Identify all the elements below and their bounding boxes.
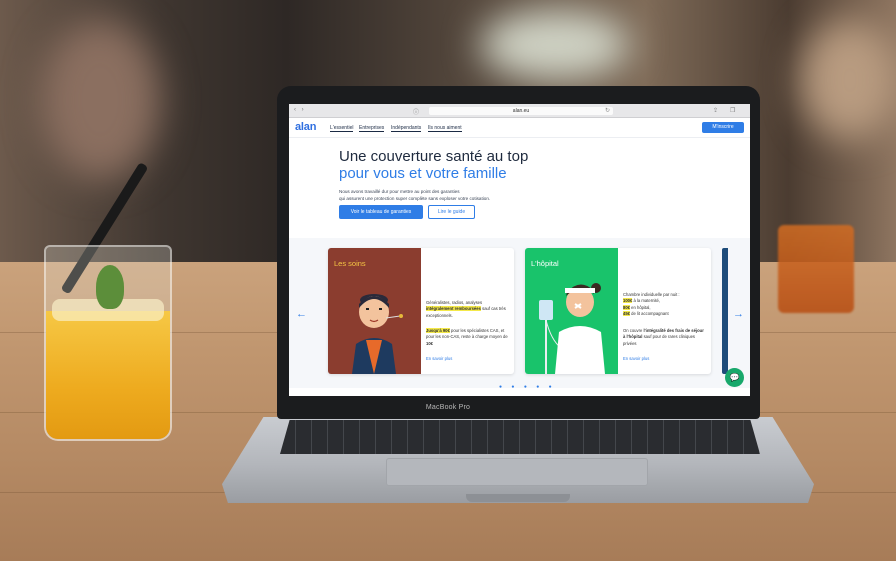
coverage-carousel: ← → Les soins Généralistes, radios, anal… (289, 238, 750, 390)
hero-title: Une couverture santé au top (339, 148, 529, 165)
blur-person (40, 20, 160, 180)
address-bar[interactable]: alan.eu (429, 107, 613, 115)
orange-drink-right (778, 225, 854, 313)
tabs-icon[interactable]: ❐ (730, 107, 735, 114)
card-hopital-illustration: L'hôpital (525, 248, 618, 374)
card-soins-illustration: Les soins (328, 248, 421, 374)
card-soins[interactable]: Les soins Généralistes, radios, analyses… (328, 248, 514, 374)
juice-glass (44, 245, 172, 441)
laptop-screen: ‹ › ⓘ alan.eu ↻ ⇪ ❐ alan L'essentiel Ent… (289, 104, 750, 396)
macbook-label: MacBook Pro (425, 404, 471, 411)
card-hopital-text-1: Chambre individuelle par nuit : 100€ à l… (623, 292, 680, 316)
url-text: alan.eu (512, 108, 530, 114)
arrow-right-icon[interactable]: → (733, 308, 744, 320)
browser-toolbar: ‹ › ⓘ alan.eu ↻ ⇪ ❐ (289, 104, 750, 118)
nav-entreprises[interactable]: Entreprises (359, 125, 385, 132)
carousel-pagination[interactable]: ● ● ● ● ● (499, 384, 556, 390)
mint-leaf (96, 265, 124, 309)
hero-subtitle: pour vous et votre famille (339, 165, 507, 182)
share-icon[interactable]: ⇪ (713, 107, 718, 114)
next-card-peek[interactable] (722, 248, 728, 374)
info-icon[interactable]: ⓘ (413, 107, 419, 116)
card-soins-more-link[interactable]: En savoir plus (426, 356, 452, 361)
back-forward-icon[interactable]: ‹ › (294, 107, 306, 113)
nav-independants[interactable]: Indépendants (391, 125, 422, 132)
guarantees-button[interactable]: Voir le tableau de garanties (339, 205, 423, 219)
card-hopital-title: L'hôpital (531, 259, 559, 268)
keyboard (280, 420, 760, 454)
blur-right (800, 20, 896, 140)
card-soins-text-1: Généralistes, radios, analyses intégrale… (426, 300, 506, 318)
card-hopital[interactable]: L'hôpital Chambre individuelle par nuit … (525, 248, 711, 374)
reload-icon[interactable]: ↻ (605, 107, 610, 114)
blur-window (480, 10, 630, 80)
arrow-left-icon[interactable]: ← (296, 308, 307, 320)
laptop-notch (466, 494, 570, 502)
nav-ils-nous-aiment[interactable]: Ils nous aiment (428, 125, 462, 132)
card-soins-title: Les soins (334, 259, 366, 268)
subscribe-button[interactable]: M'inscrire (702, 122, 744, 133)
hero-description: Nous avons travaillé dur pour mettre au … (339, 189, 491, 201)
trackpad (386, 458, 648, 486)
nav-essentiel[interactable]: L'essentiel (330, 125, 354, 132)
chat-icon[interactable]: 💬 (725, 368, 744, 387)
card-soins-text-2: Jusqu'à 90€ pour les spécialistes CAS, e… (426, 328, 508, 346)
orange-juice (46, 311, 170, 439)
alan-logo[interactable]: alan (295, 121, 316, 133)
card-hopital-more-link[interactable]: En savoir plus (623, 356, 649, 361)
guide-button[interactable]: Lire le guide (428, 205, 475, 219)
site-header: alan L'essentiel Entreprises Indépendant… (289, 118, 750, 138)
card-hopital-text-2: On couvre l'intégralité des frais de séj… (623, 328, 704, 346)
